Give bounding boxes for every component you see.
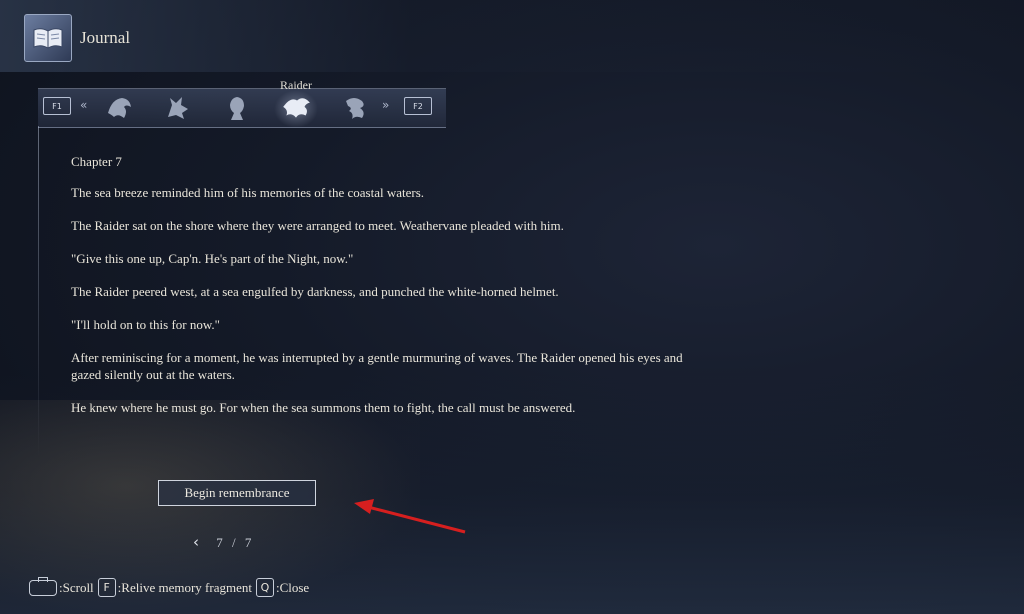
journal-entry: Chapter 7 The sea breeze reminded him of… [71,154,711,432]
eagle-crest-icon[interactable] [102,91,136,125]
serpent-crest-icon[interactable] [338,91,372,125]
prev-tab-key[interactable]: F1 [43,97,71,115]
raider-crest-icon[interactable] [279,91,313,125]
entry-paragraph: He knew where he must go. For when the s… [71,400,576,415]
entry-paragraph: "I'll hold on to this for now." [71,317,220,332]
entry-paragraph: After reminiscing for a moment, he was i… [71,350,683,382]
page-indicator: ‹ 7 / 7 [193,533,251,551]
close-key: Q [255,578,274,597]
page-title: Journal [80,28,131,47]
page-total: 7 [244,535,252,550]
chevron-left-icon[interactable]: « [80,98,87,112]
beast-crest-icon[interactable] [160,91,194,125]
control-hints: :Scroll F :Relive memory fragment Q :Clo… [29,576,313,597]
panel-border [38,126,39,456]
relive-hint[interactable]: :Relive memory fragment [118,580,252,596]
next-tab-key[interactable]: F2 [404,97,432,115]
open-book-icon [24,14,72,62]
chevron-right-icon[interactable]: » [382,98,389,112]
entry-paragraph: "Give this one up, Cap'n. He's part of t… [71,251,354,266]
close-hint[interactable]: :Close [276,580,309,596]
dpad-icon [29,576,57,596]
chapter-heading: Chapter 7 [71,154,122,169]
scroll-hint: :Scroll [59,579,94,595]
annotation-arrow-icon [354,499,466,534]
entry-paragraph: The Raider peered west, at a sea engulfe… [71,284,559,299]
entry-paragraph: The Raider sat on the shore where they w… [71,218,564,233]
page-current: 7 [216,535,223,550]
relive-key: F [97,578,116,597]
entry-paragraph: The sea breeze reminded him of his memor… [71,185,425,200]
hooded-figure-icon[interactable] [220,91,254,125]
begin-remembrance-button[interactable]: Begin remembrance [158,480,316,506]
page-separator: / [232,535,236,550]
header-bar [0,0,1024,72]
chevron-left-icon[interactable]: ‹ [193,533,199,551]
